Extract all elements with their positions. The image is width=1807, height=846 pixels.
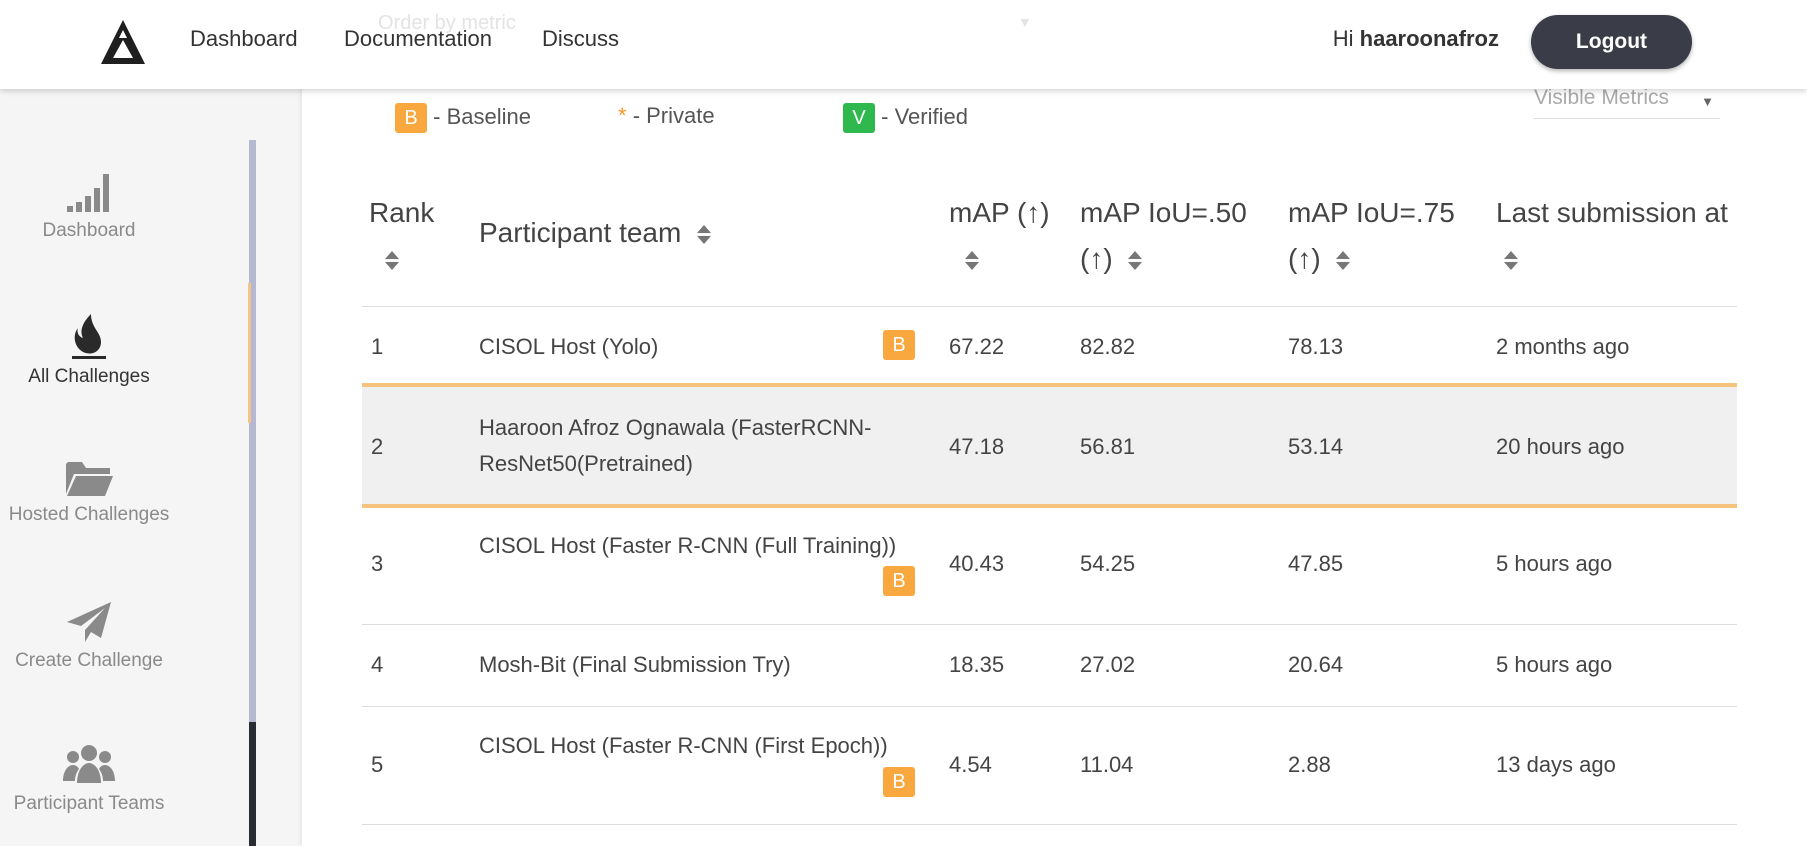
chevron-down-icon: ▼ <box>1018 14 1032 30</box>
rank-cell: 1 <box>371 334 384 359</box>
greeting-prefix: Hi <box>1332 26 1354 51</box>
team-cell: CISOL Host (Yolo) <box>479 334 659 359</box>
last-submission-cell: 5 hours ago <box>1496 551 1613 576</box>
top-navbar: Dashboard Documentation Discuss Hi haaro… <box>0 0 1807 89</box>
col-header-participant-team[interactable]: Participant team <box>479 210 799 256</box>
sidebar-item-label: All Challenges <box>28 366 150 387</box>
visible-metrics-select[interactable]: Visible Metrics ▼ <box>1534 86 1720 119</box>
col-header-label: mAP IoU=.75 (↑) <box>1288 197 1455 274</box>
map75-cell: 53.14 <box>1288 434 1344 459</box>
map50-cell: 27.02 <box>1080 652 1136 677</box>
sort-icon[interactable] <box>1504 250 1518 272</box>
col-header-last-submission[interactable]: Last submission at <box>1496 190 1736 282</box>
legend-baseline-label: - Baseline <box>433 103 531 129</box>
last-submission-cell: 13 days ago <box>1496 752 1616 777</box>
sidebar-item-create-challenge[interactable]: Create Challenge <box>0 600 178 672</box>
baseline-badge: B <box>395 103 427 133</box>
map50-cell: 54.25 <box>1080 551 1136 576</box>
team-cell: CISOL Host (Faster R-CNN (First Epoch)) <box>479 733 888 758</box>
last-submission-cell: 5 hours ago <box>1496 652 1613 677</box>
evalai-logo-icon[interactable] <box>98 18 148 68</box>
sidebar-item-label: Dashboard <box>42 220 136 241</box>
map-cell: 47.18 <box>949 434 1005 459</box>
logout-button[interactable]: Logout <box>1531 15 1692 69</box>
rank-cell: 3 <box>371 551 384 576</box>
last-submission-cell: 20 hours ago <box>1496 434 1625 459</box>
sidebar-item-hosted-challenges[interactable]: Hosted Challenges <box>0 458 178 526</box>
baseline-badge: B <box>883 330 915 360</box>
map-cell: 67.22 <box>949 334 1005 359</box>
col-header-map50[interactable]: mAP IoU=.50 (↑) <box>1080 190 1280 282</box>
row-divider <box>362 306 1737 307</box>
legend-baseline: B - Baseline <box>395 103 531 133</box>
col-header-label: Last submission at <box>1496 197 1728 228</box>
baseline-badge: B <box>883 566 915 596</box>
legend-private: * - Private <box>618 103 715 129</box>
map75-cell: 20.64 <box>1288 652 1344 677</box>
order-by-select[interactable]: Order by metric <box>378 12 516 35</box>
map50-cell: 11.04 <box>1080 752 1134 777</box>
sidebar-item-dashboard[interactable]: Dashboard <box>0 172 178 242</box>
map75-cell: 47.85 <box>1288 551 1344 576</box>
col-header-label: mAP (↑) <box>949 197 1050 228</box>
map75-cell: 2.88 <box>1288 752 1331 777</box>
verified-badge: V <box>843 103 875 133</box>
sidebar-item-label: Participant Teams <box>13 793 165 814</box>
team-cell: Haaroon Afroz Ognawala (FasterRCNN-ResNe… <box>479 415 872 476</box>
sidebar-item-label: Hosted Challenges <box>8 504 170 525</box>
private-mark: * <box>618 103 627 128</box>
col-header-label: mAP IoU=.50 (↑) <box>1080 197 1247 274</box>
col-header-map75[interactable]: mAP IoU=.75 (↑) <box>1288 190 1488 282</box>
last-submission-cell: 2 months ago <box>1496 334 1630 359</box>
sidebar-item-label: Create Challenge <box>15 650 163 671</box>
paper-plane-icon <box>67 602 111 642</box>
row-divider <box>362 824 1737 825</box>
user-greeting: Hi haaroonafroz <box>1333 26 1499 52</box>
map-cell: 18.35 <box>949 652 1005 677</box>
sort-icon[interactable] <box>1336 250 1351 272</box>
username: haaroonafroz <box>1359 26 1499 51</box>
sort-icon[interactable] <box>1128 250 1143 272</box>
row-divider <box>362 706 1737 707</box>
rank-cell: 5 <box>371 752 384 777</box>
sort-icon[interactable] <box>697 224 712 246</box>
chevron-down-icon: ▼ <box>1701 94 1714 109</box>
map-cell: 40.43 <box>949 551 1005 576</box>
map-cell: 4.54 <box>949 752 992 777</box>
legend-private-label: - Private <box>632 103 715 128</box>
row-divider <box>362 624 1737 625</box>
sort-icon[interactable] <box>385 250 399 272</box>
legend-verified: V - Verified <box>843 103 968 133</box>
col-header-rank[interactable]: Rank <box>369 190 459 282</box>
rank-cell: 2 <box>371 434 384 459</box>
signal-bars-icon <box>67 174 109 212</box>
scroll-accent <box>248 283 251 423</box>
rank-cell: 4 <box>371 652 384 677</box>
folder-open-icon <box>66 462 113 496</box>
visible-metrics-label: Visible Metrics <box>1534 86 1669 109</box>
sort-icon[interactable] <box>965 250 979 272</box>
nav-discuss-link[interactable]: Discuss <box>542 26 619 52</box>
team-cell: CISOL Host (Faster R-CNN (Full Training)… <box>479 533 897 558</box>
scroll-thumb[interactable] <box>249 722 256 846</box>
sidebar-item-all-challenges[interactable]: All Challenges <box>0 312 178 388</box>
col-header-map[interactable]: mAP (↑) <box>949 190 1069 282</box>
nav-dashboard-link[interactable]: Dashboard <box>190 26 298 52</box>
baseline-badge: B <box>883 767 915 797</box>
map50-cell: 82.82 <box>1080 334 1136 359</box>
sidebar-item-participant-teams[interactable]: Participant Teams <box>0 743 178 815</box>
col-header-label: Participant team <box>479 217 682 248</box>
flame-icon <box>72 314 106 359</box>
team-cell: Mosh-Bit (Final Submission Try) <box>479 652 791 677</box>
legend-verified-label: - Verified <box>881 103 968 129</box>
users-icon <box>63 745 115 783</box>
col-header-label: Rank <box>369 197 435 228</box>
map50-cell: 56.81 <box>1080 434 1136 459</box>
map75-cell: 78.13 <box>1288 334 1344 359</box>
